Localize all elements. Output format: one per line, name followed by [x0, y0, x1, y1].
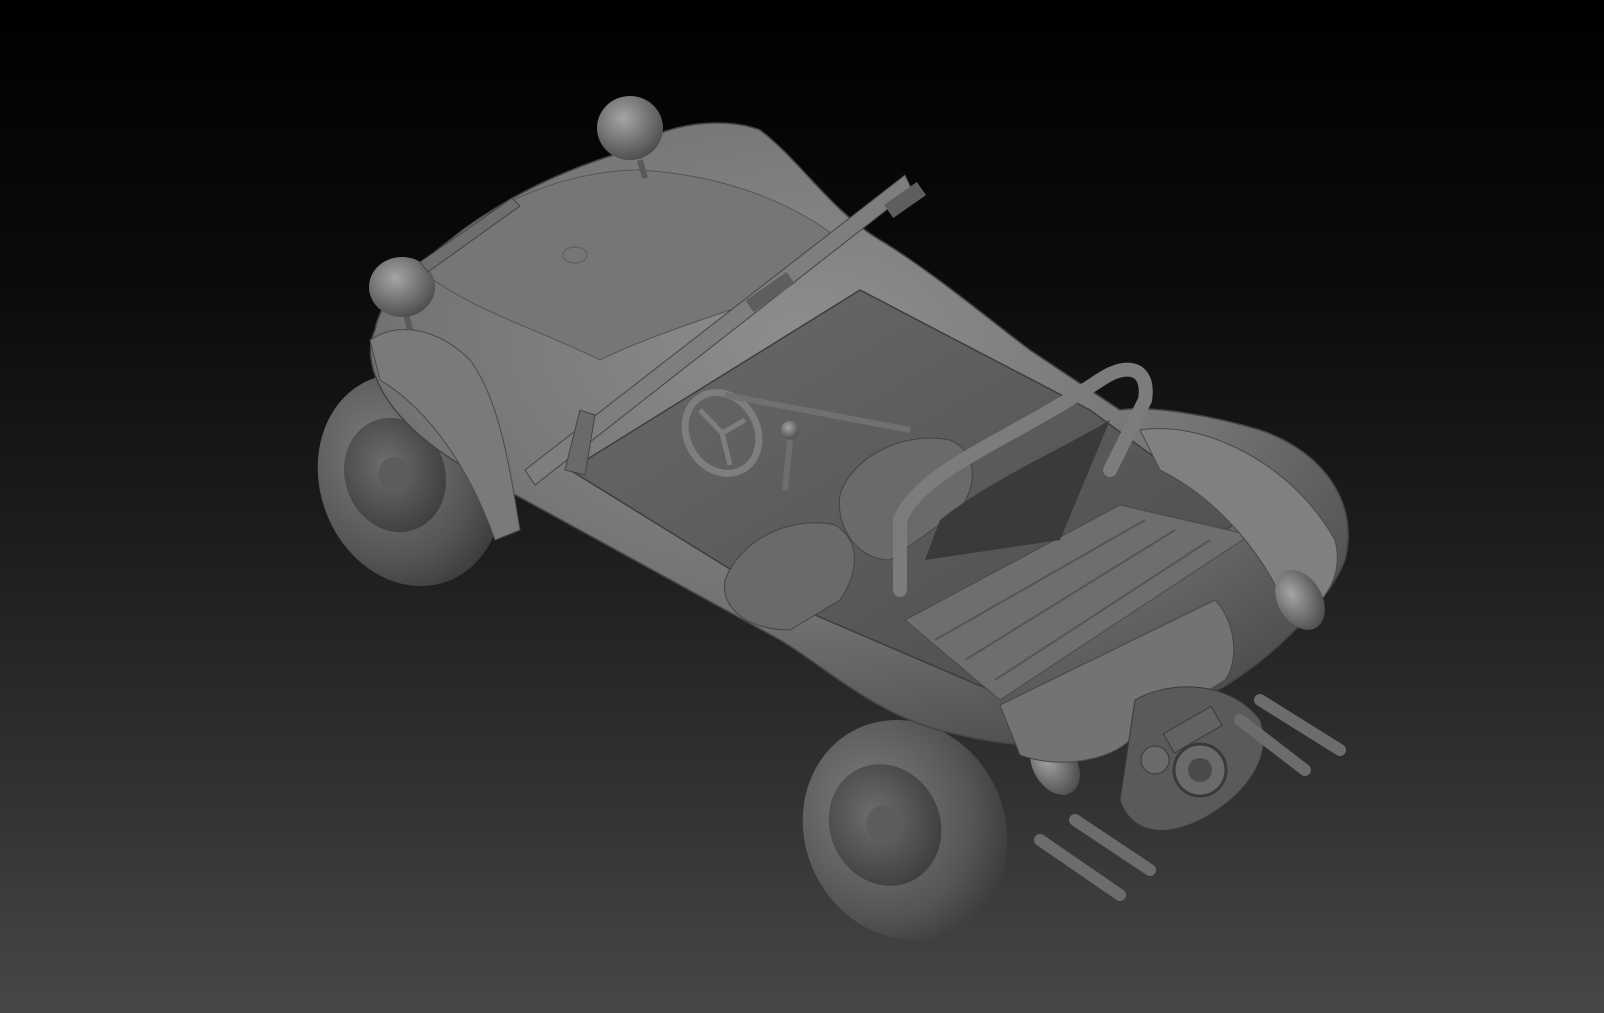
dune-buggy-model[interactable] [0, 0, 1604, 1013]
3d-viewport[interactable] [0, 0, 1604, 1013]
